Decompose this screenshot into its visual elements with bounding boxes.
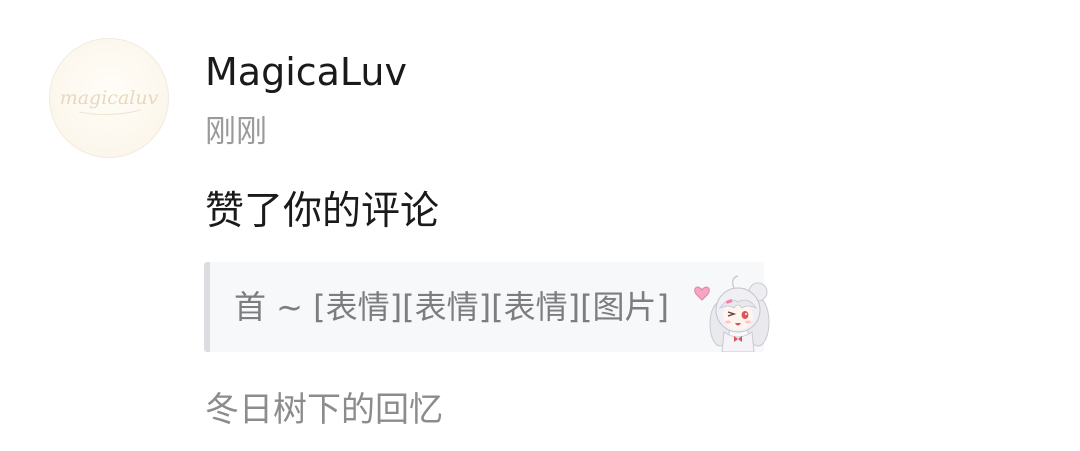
quoted-comment-text: 首 ~ [表情][表情][表情][图片] — [234, 288, 670, 326]
source-title[interactable]: 冬日树下的回忆 — [205, 388, 443, 432]
anime-girl-sticker-icon — [690, 266, 772, 353]
action-text: 赞了你的评论 — [205, 189, 440, 234]
avatar[interactable]: magicaluv — [49, 38, 169, 158]
quoted-comment-card[interactable]: 首 ~ [表情][表情][表情][图片] — [204, 262, 770, 353]
timestamp: 刚刚 — [205, 114, 267, 150]
avatar-logo-text: magicaluv — [60, 87, 159, 109]
avatar-logo-icon: magicaluv — [60, 87, 159, 116]
username[interactable]: MagicaLuv — [205, 48, 407, 96]
like-notification[interactable]: magicaluv MagicaLuv 刚刚 赞了你的评论 首 ~ [表情][表… — [0, 0, 1080, 451]
